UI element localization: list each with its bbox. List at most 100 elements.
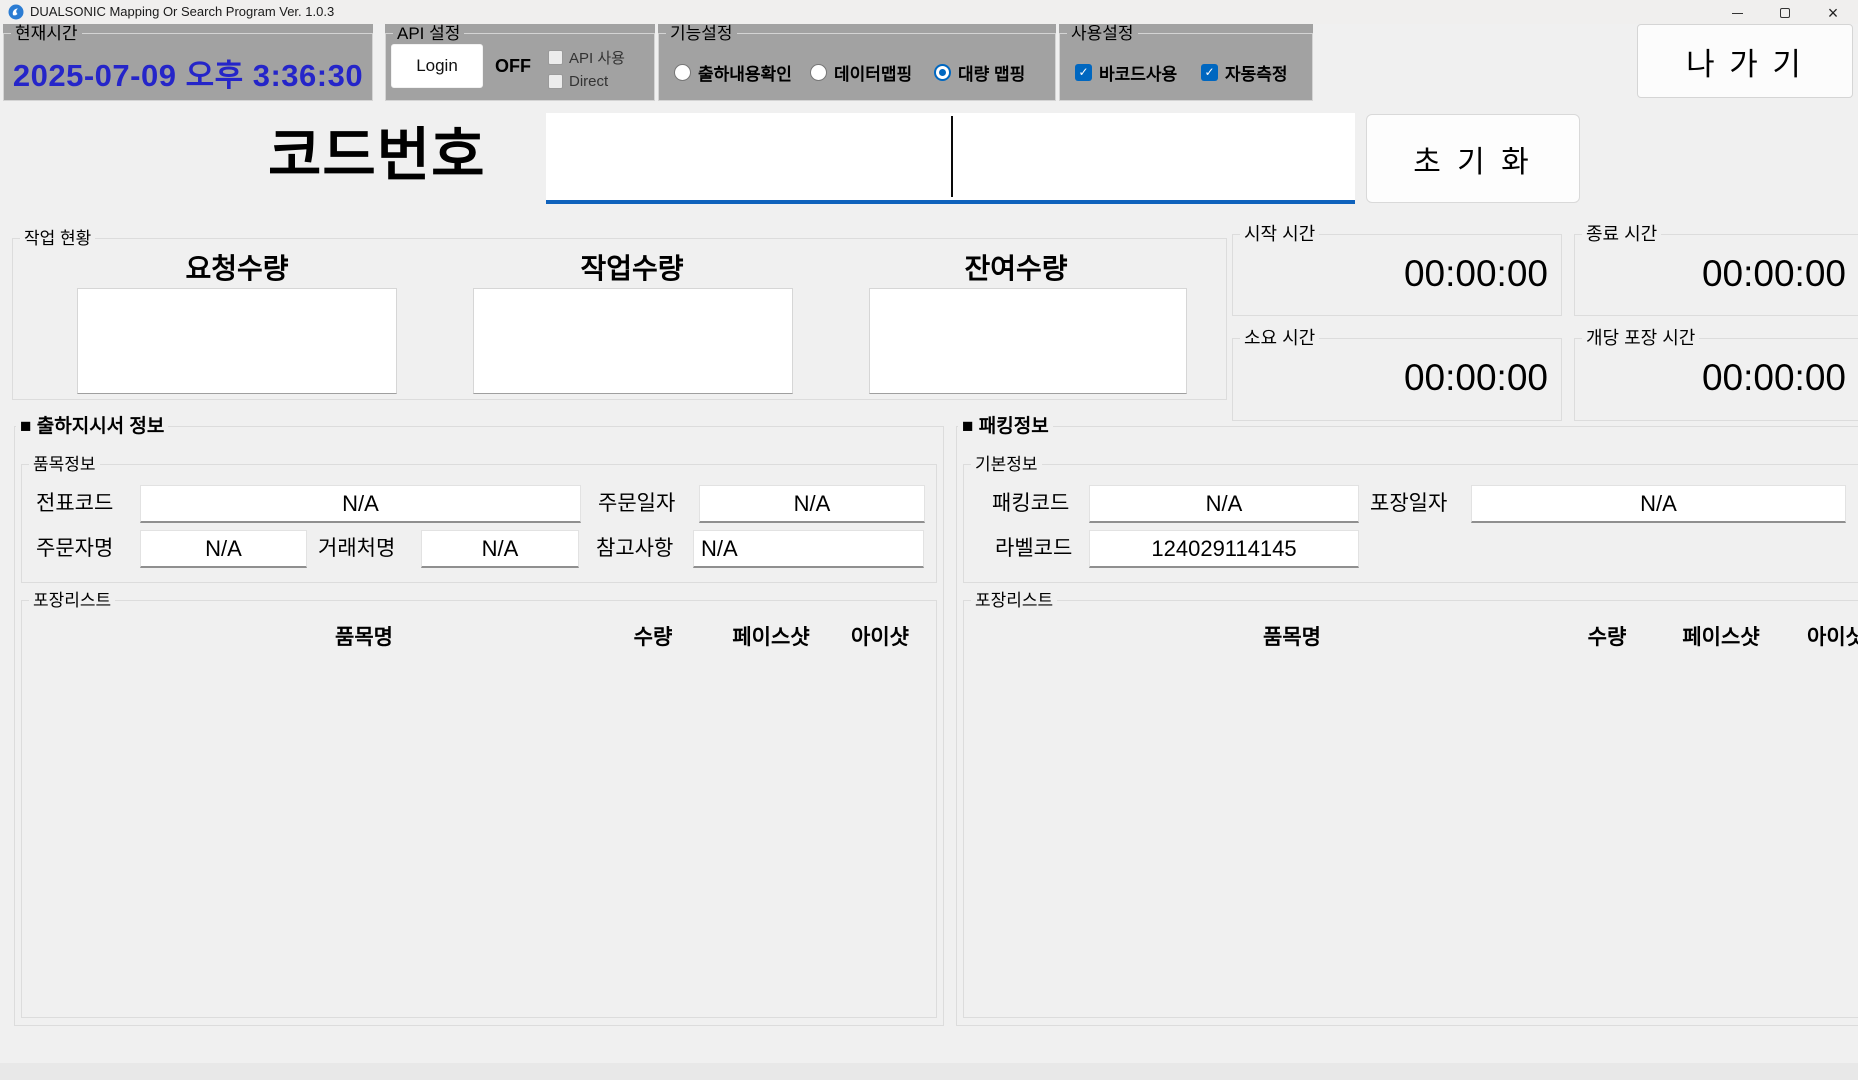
customer-name-field[interactable]: N/A [421, 530, 579, 568]
close-icon: × [1828, 4, 1839, 22]
item-name-header: 품목명 [1192, 621, 1392, 651]
code-input-container [546, 113, 1355, 204]
slip-code-label: 전표코드 [36, 491, 113, 517]
checkbox-icon [548, 50, 563, 65]
qty-header: 수량 [1557, 621, 1657, 651]
packing-info-group: ■ 패킹정보 기본정보 패킹코드 N/A 포장일자 N/A 라벨코드 12402… [956, 417, 1858, 1026]
packing-code-field[interactable]: N/A [1089, 485, 1359, 523]
code-input-right[interactable] [954, 113, 1355, 200]
requested-qty-header: 요청수량 [87, 247, 387, 287]
packing-info-title: ■ 패킹정보 [958, 416, 1053, 438]
restore-icon [1780, 8, 1790, 18]
start-time-label: 시작 시간 [1240, 225, 1319, 244]
usage-settings-label: 사용설정 [1067, 24, 1138, 43]
current-time-group: 현재시간 2025-07-09 오후 3:36:30 [3, 24, 373, 101]
minimize-icon [1732, 13, 1743, 14]
radio-bulk-mapping-label: 대량 맵핑 [958, 60, 1025, 85]
minimize-button[interactable] [1714, 0, 1760, 26]
app-icon [8, 4, 24, 20]
checkbox-api-use-label: API 사용 [569, 47, 625, 68]
packing-pack-list-group: 포장리스트 품목명 수량 페이스샷 아이샷 [963, 591, 1858, 1018]
checkbox-direct[interactable]: Direct [548, 73, 608, 90]
radio-selected-icon [934, 64, 951, 81]
requested-qty-field[interactable] [77, 288, 397, 394]
end-time-label: 종료 시간 [1582, 225, 1661, 244]
reset-button[interactable]: 초 기 화 [1366, 114, 1580, 203]
app-window: DUALSONIC Mapping Or Search Program Ver.… [0, 0, 1858, 1080]
radio-data-mapping-label: 데이터맵핑 [834, 60, 912, 85]
api-settings-label: API 설정 [393, 24, 464, 43]
elapsed-time-value: 00:00:00 [1232, 357, 1562, 399]
checkbox-auto-measure-label: 자동측정 [1225, 60, 1288, 85]
radio-data-mapping[interactable]: 데이터맵핑 [810, 60, 912, 85]
face-shot-header: 페이스샷 [711, 621, 831, 651]
checkbox-api-use[interactable]: API 사용 [548, 47, 625, 68]
eye-shot-header: 아이샷 [820, 621, 940, 651]
restore-button[interactable] [1762, 0, 1808, 26]
packing-date-field[interactable]: N/A [1471, 485, 1846, 523]
shipping-info-title: ■ 출하지시서 정보 [16, 416, 168, 438]
function-settings-group: 기능설정 출하내용확인 데이터맵핑 대량 맵핑 [658, 24, 1056, 101]
remaining-qty-field[interactable] [869, 288, 1187, 394]
remarks-label: 참고사항 [596, 536, 673, 562]
work-status-group: 작업 현황 요청수량 작업수량 잔여수량 [12, 229, 1227, 400]
remarks-field[interactable]: N/A [693, 530, 924, 568]
orderer-name-field[interactable]: N/A [140, 530, 307, 568]
api-status-text: OFF [487, 44, 539, 88]
checkbox-checked-icon: ✓ [1075, 64, 1092, 81]
packing-date-label: 포장일자 [1370, 491, 1447, 517]
per-unit-time-group: 개당 포장 시간 00:00:00 [1574, 329, 1858, 421]
checkbox-barcode-use[interactable]: ✓ 바코드사용 [1075, 60, 1177, 85]
titlebar: DUALSONIC Mapping Or Search Program Ver.… [0, 0, 1858, 24]
orderer-name-label: 주문자명 [36, 536, 113, 562]
login-button[interactable]: Login [391, 44, 483, 88]
checkbox-auto-measure[interactable]: ✓ 자동측정 [1201, 60, 1288, 85]
label-code-label: 라벨코드 [995, 536, 1072, 562]
code-input-divider [951, 116, 953, 197]
start-time-value: 00:00:00 [1232, 253, 1562, 295]
item-info-group: 품목정보 전표코드 N/A 주문일자 N/A 주문자명 N/A 거래처명 N/A… [21, 455, 937, 583]
checkbox-checked-icon: ✓ [1201, 64, 1218, 81]
shipping-pack-list-label: 포장리스트 [29, 591, 115, 610]
shipping-pack-list-group: 포장리스트 품목명 수량 페이스샷 아이샷 [21, 591, 937, 1018]
eye-shot-header: 아이샷 [1776, 621, 1858, 651]
close-button[interactable]: × [1810, 0, 1856, 26]
per-unit-time-value: 00:00:00 [1574, 357, 1858, 399]
face-shot-header: 페이스샷 [1661, 621, 1781, 651]
worked-qty-header: 작업수량 [482, 247, 782, 287]
customer-name-label: 거래처명 [318, 536, 395, 562]
worked-qty-field[interactable] [473, 288, 793, 394]
checkbox-barcode-use-label: 바코드사용 [1099, 60, 1177, 85]
packing-code-label: 패킹코드 [992, 491, 1069, 517]
label-code-field[interactable]: 124029114145 [1089, 530, 1359, 568]
window-title: DUALSONIC Mapping Or Search Program Ver.… [30, 0, 334, 24]
code-number-label: 코드번호 [268, 112, 485, 200]
start-time-group: 시작 시간 00:00:00 [1232, 225, 1562, 316]
code-input-left[interactable] [546, 113, 950, 200]
order-date-field[interactable]: N/A [699, 485, 925, 523]
function-settings-label: 기능설정 [666, 24, 737, 43]
checkbox-icon [548, 74, 563, 89]
qty-header: 수량 [603, 621, 703, 651]
radio-shipping-check[interactable]: 출하내용확인 [674, 60, 792, 85]
exit-button[interactable]: 나 가 기 [1637, 24, 1853, 98]
packing-pack-list-label: 포장리스트 [971, 591, 1057, 610]
radio-icon [674, 64, 691, 81]
basic-info-label: 기본정보 [971, 455, 1042, 474]
api-settings-group: API 설정 Login OFF API 사용 Direct [385, 24, 655, 101]
elapsed-time-label: 소요 시간 [1240, 329, 1319, 348]
current-time-value: 2025-07-09 오후 3:36:30 [3, 50, 373, 95]
checkbox-direct-label: Direct [569, 73, 608, 90]
item-name-header: 품목명 [264, 621, 464, 651]
order-date-label: 주문일자 [598, 491, 675, 517]
usage-settings-group: 사용설정 ✓ 바코드사용 ✓ 자동측정 [1059, 24, 1313, 101]
radio-bulk-mapping[interactable]: 대량 맵핑 [934, 60, 1025, 85]
window-bottom-band [0, 1063, 1858, 1080]
per-unit-time-label: 개당 포장 시간 [1582, 329, 1699, 348]
groupbox-border [21, 600, 937, 1018]
current-time-label: 현재시간 [11, 24, 82, 43]
slip-code-field[interactable]: N/A [140, 485, 581, 523]
groupbox-border [963, 600, 1858, 1018]
remaining-qty-header: 잔여수량 [866, 247, 1166, 287]
end-time-group: 종료 시간 00:00:00 [1574, 225, 1858, 316]
